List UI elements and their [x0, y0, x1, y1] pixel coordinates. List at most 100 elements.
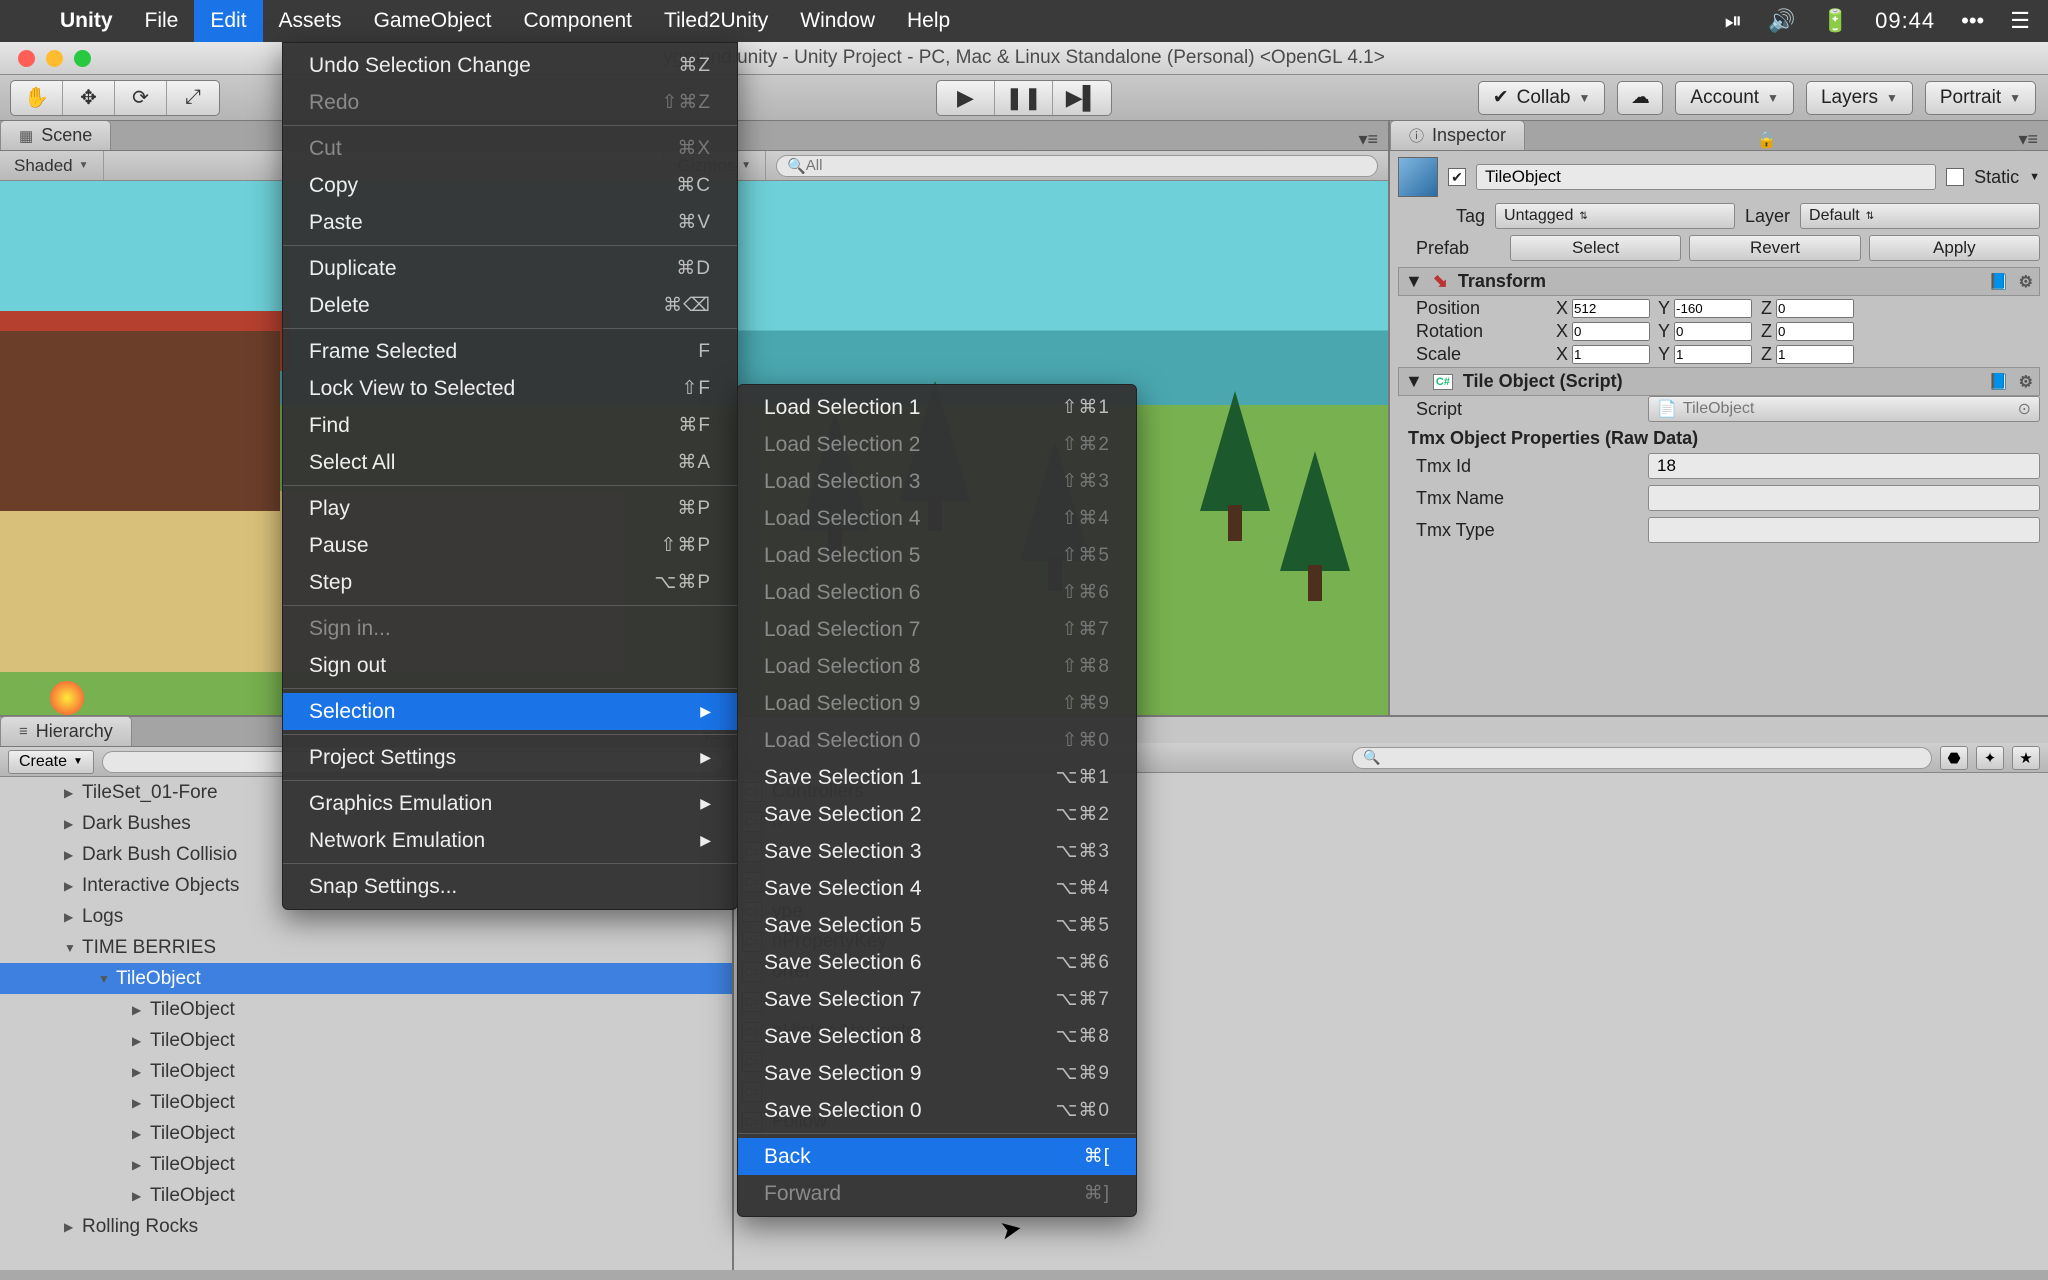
- rotate-tool-icon[interactable]: ⟳: [115, 81, 167, 115]
- help-icon[interactable]: 📘: [1989, 372, 2009, 392]
- edit-menu-item[interactable]: Duplicate⌘D: [283, 250, 737, 287]
- prefab-apply-button[interactable]: Apply: [1869, 235, 2040, 261]
- edit-menu-item[interactable]: Copy⌘C: [283, 167, 737, 204]
- scene-search-input[interactable]: 🔍 All: [776, 155, 1378, 177]
- selection-menu-item[interactable]: Save Selection 1⌥⌘1: [738, 759, 1136, 796]
- menu-edit[interactable]: Edit: [194, 0, 262, 42]
- gear-icon[interactable]: ⚙: [2019, 272, 2033, 292]
- edit-menu-item[interactable]: Delete⌘⌫: [283, 287, 737, 324]
- edit-menu-item[interactable]: Project Settings▶: [283, 739, 737, 776]
- tmx-prop-input[interactable]: [1648, 517, 2040, 543]
- foldout-icon[interactable]: ▶: [64, 786, 78, 800]
- edit-menu-item[interactable]: Find⌘F: [283, 407, 737, 444]
- selection-menu-item[interactable]: Save Selection 6⌥⌘6: [738, 944, 1136, 981]
- layer-dropdown[interactable]: Default⇅: [1800, 203, 2040, 229]
- selection-menu-item[interactable]: Save Selection 7⌥⌘7: [738, 981, 1136, 1018]
- cloud-button[interactable]: ☁: [1617, 81, 1663, 115]
- account-dropdown[interactable]: Account ▼: [1675, 81, 1794, 115]
- selection-menu-item[interactable]: Save Selection 5⌥⌘5: [738, 907, 1136, 944]
- menu-file[interactable]: File: [129, 0, 195, 42]
- foldout-icon[interactable]: ▶: [132, 1127, 146, 1141]
- transform-y-input[interactable]: [1674, 299, 1752, 318]
- scale-tool-icon[interactable]: ⤢: [167, 81, 219, 115]
- overflow-icon[interactable]: •••: [1961, 8, 1984, 34]
- inspector-options-icon[interactable]: ▾≡: [2008, 129, 2048, 150]
- foldout-icon[interactable]: ▼: [98, 972, 112, 986]
- help-icon[interactable]: 📘: [1989, 272, 2009, 292]
- edit-menu-item[interactable]: Selection▶: [283, 693, 737, 730]
- gear-icon[interactable]: ⚙: [2019, 372, 2033, 392]
- filter-by-label-icon[interactable]: ✦: [1976, 746, 2004, 770]
- hierarchy-tab[interactable]: ≡ Hierarchy: [0, 716, 132, 746]
- transform-x-input[interactable]: [1572, 322, 1650, 341]
- foldout-icon[interactable]: ▶: [132, 1096, 146, 1110]
- gameobject-name-input[interactable]: [1476, 164, 1936, 190]
- scene-tab-options-icon[interactable]: ▾≡: [1348, 129, 1388, 150]
- inspector-tab[interactable]: ⓘ Inspector: [1390, 120, 1525, 150]
- hierarchy-item[interactable]: ▶TileObject: [0, 1087, 732, 1118]
- scene-tab[interactable]: ▦ Scene: [0, 120, 111, 150]
- foldout-icon[interactable]: ▼: [64, 941, 78, 955]
- list-icon[interactable]: ☰: [2010, 8, 2030, 34]
- transform-z-input[interactable]: [1776, 299, 1854, 318]
- transform-header[interactable]: ▼ ⬊ Transform 📘 ⚙: [1398, 267, 2040, 296]
- hierarchy-item[interactable]: ▶Rolling Rocks: [0, 1211, 732, 1242]
- edit-menu-item[interactable]: Frame SelectedF: [283, 333, 737, 370]
- pause-button-icon[interactable]: ❚❚: [995, 81, 1053, 115]
- layers-dropdown[interactable]: Layers ▼: [1806, 81, 1913, 115]
- zoom-window-button[interactable]: [74, 50, 91, 67]
- hierarchy-item[interactable]: ▶TileObject: [0, 1180, 732, 1211]
- menu-tiled2unity[interactable]: Tiled2Unity: [648, 0, 784, 42]
- foldout-icon[interactable]: ▶: [132, 1189, 146, 1203]
- edit-menu-item[interactable]: Lock View to Selected⇧F: [283, 370, 737, 407]
- hierarchy-item[interactable]: ▶TileObject: [0, 1118, 732, 1149]
- menu-component[interactable]: Component: [507, 0, 648, 42]
- inspector-lock-icon[interactable]: 🔒: [1749, 130, 1785, 150]
- foldout-icon[interactable]: ▶: [132, 1003, 146, 1017]
- foldout-icon[interactable]: ▶: [64, 1220, 78, 1234]
- foldout-icon[interactable]: ▶: [132, 1065, 146, 1079]
- close-window-button[interactable]: [18, 50, 35, 67]
- step-button-icon[interactable]: ▶▌: [1053, 81, 1111, 115]
- selection-menu-item[interactable]: Save Selection 9⌥⌘9: [738, 1055, 1136, 1092]
- edit-menu-item[interactable]: Step⌥⌘P: [283, 564, 737, 601]
- edit-menu-item[interactable]: Undo Selection Change⌘Z: [283, 47, 737, 84]
- selection-menu-item[interactable]: Save Selection 2⌥⌘2: [738, 796, 1136, 833]
- hierarchy-create-dropdown[interactable]: Create▼: [8, 750, 94, 774]
- transform-z-input[interactable]: [1776, 322, 1854, 341]
- foldout-icon[interactable]: ▶: [64, 879, 78, 893]
- menu-window[interactable]: Window: [784, 0, 891, 42]
- foldout-icon[interactable]: ▶: [132, 1034, 146, 1048]
- transform-y-input[interactable]: [1674, 345, 1752, 364]
- edit-menu-item[interactable]: Pause⇧⌘P: [283, 527, 737, 564]
- play-button-icon[interactable]: ▶: [937, 81, 995, 115]
- edit-menu-item[interactable]: Select All⌘A: [283, 444, 737, 481]
- foldout-icon[interactable]: ▶: [132, 1158, 146, 1172]
- foldout-icon[interactable]: ▶: [64, 848, 78, 862]
- selection-menu-item[interactable]: Load Selection 1⇧⌘1: [738, 389, 1136, 426]
- project-search-input[interactable]: 🔍: [1352, 747, 1932, 769]
- collab-dropdown[interactable]: ✔ Collab ▼: [1478, 81, 1606, 115]
- menubar-clock[interactable]: 09:44: [1875, 8, 1935, 34]
- tmx-prop-input[interactable]: [1648, 453, 2040, 479]
- foldout-icon[interactable]: ▶: [64, 910, 78, 924]
- menu-help[interactable]: Help: [891, 0, 966, 42]
- battery-icon[interactable]: 🔋: [1822, 8, 1849, 34]
- edit-menu-item[interactable]: Network Emulation▶: [283, 822, 737, 859]
- gameobject-active-checkbox[interactable]: ✔: [1448, 168, 1466, 186]
- edit-menu-item[interactable]: Sign out: [283, 647, 737, 684]
- tmx-prop-input[interactable]: [1648, 485, 2040, 511]
- hierarchy-item[interactable]: ▶TileObject: [0, 1025, 732, 1056]
- static-checkbox[interactable]: [1946, 168, 1964, 186]
- layout-dropdown[interactable]: Portrait ▼: [1925, 81, 2036, 115]
- hand-tool-icon[interactable]: ✋: [11, 81, 63, 115]
- hierarchy-item[interactable]: ▶TileObject: [0, 1056, 732, 1087]
- app-name[interactable]: Unity: [44, 9, 129, 33]
- edit-menu-item[interactable]: Play⌘P: [283, 490, 737, 527]
- prefab-revert-button[interactable]: Revert: [1689, 235, 1860, 261]
- chevron-down-icon[interactable]: ▼: [2029, 171, 2040, 183]
- move-tool-icon[interactable]: ✥: [63, 81, 115, 115]
- transform-z-input[interactable]: [1776, 345, 1854, 364]
- selection-menu-item[interactable]: Back⌘[: [738, 1138, 1136, 1175]
- menu-assets[interactable]: Assets: [263, 0, 358, 42]
